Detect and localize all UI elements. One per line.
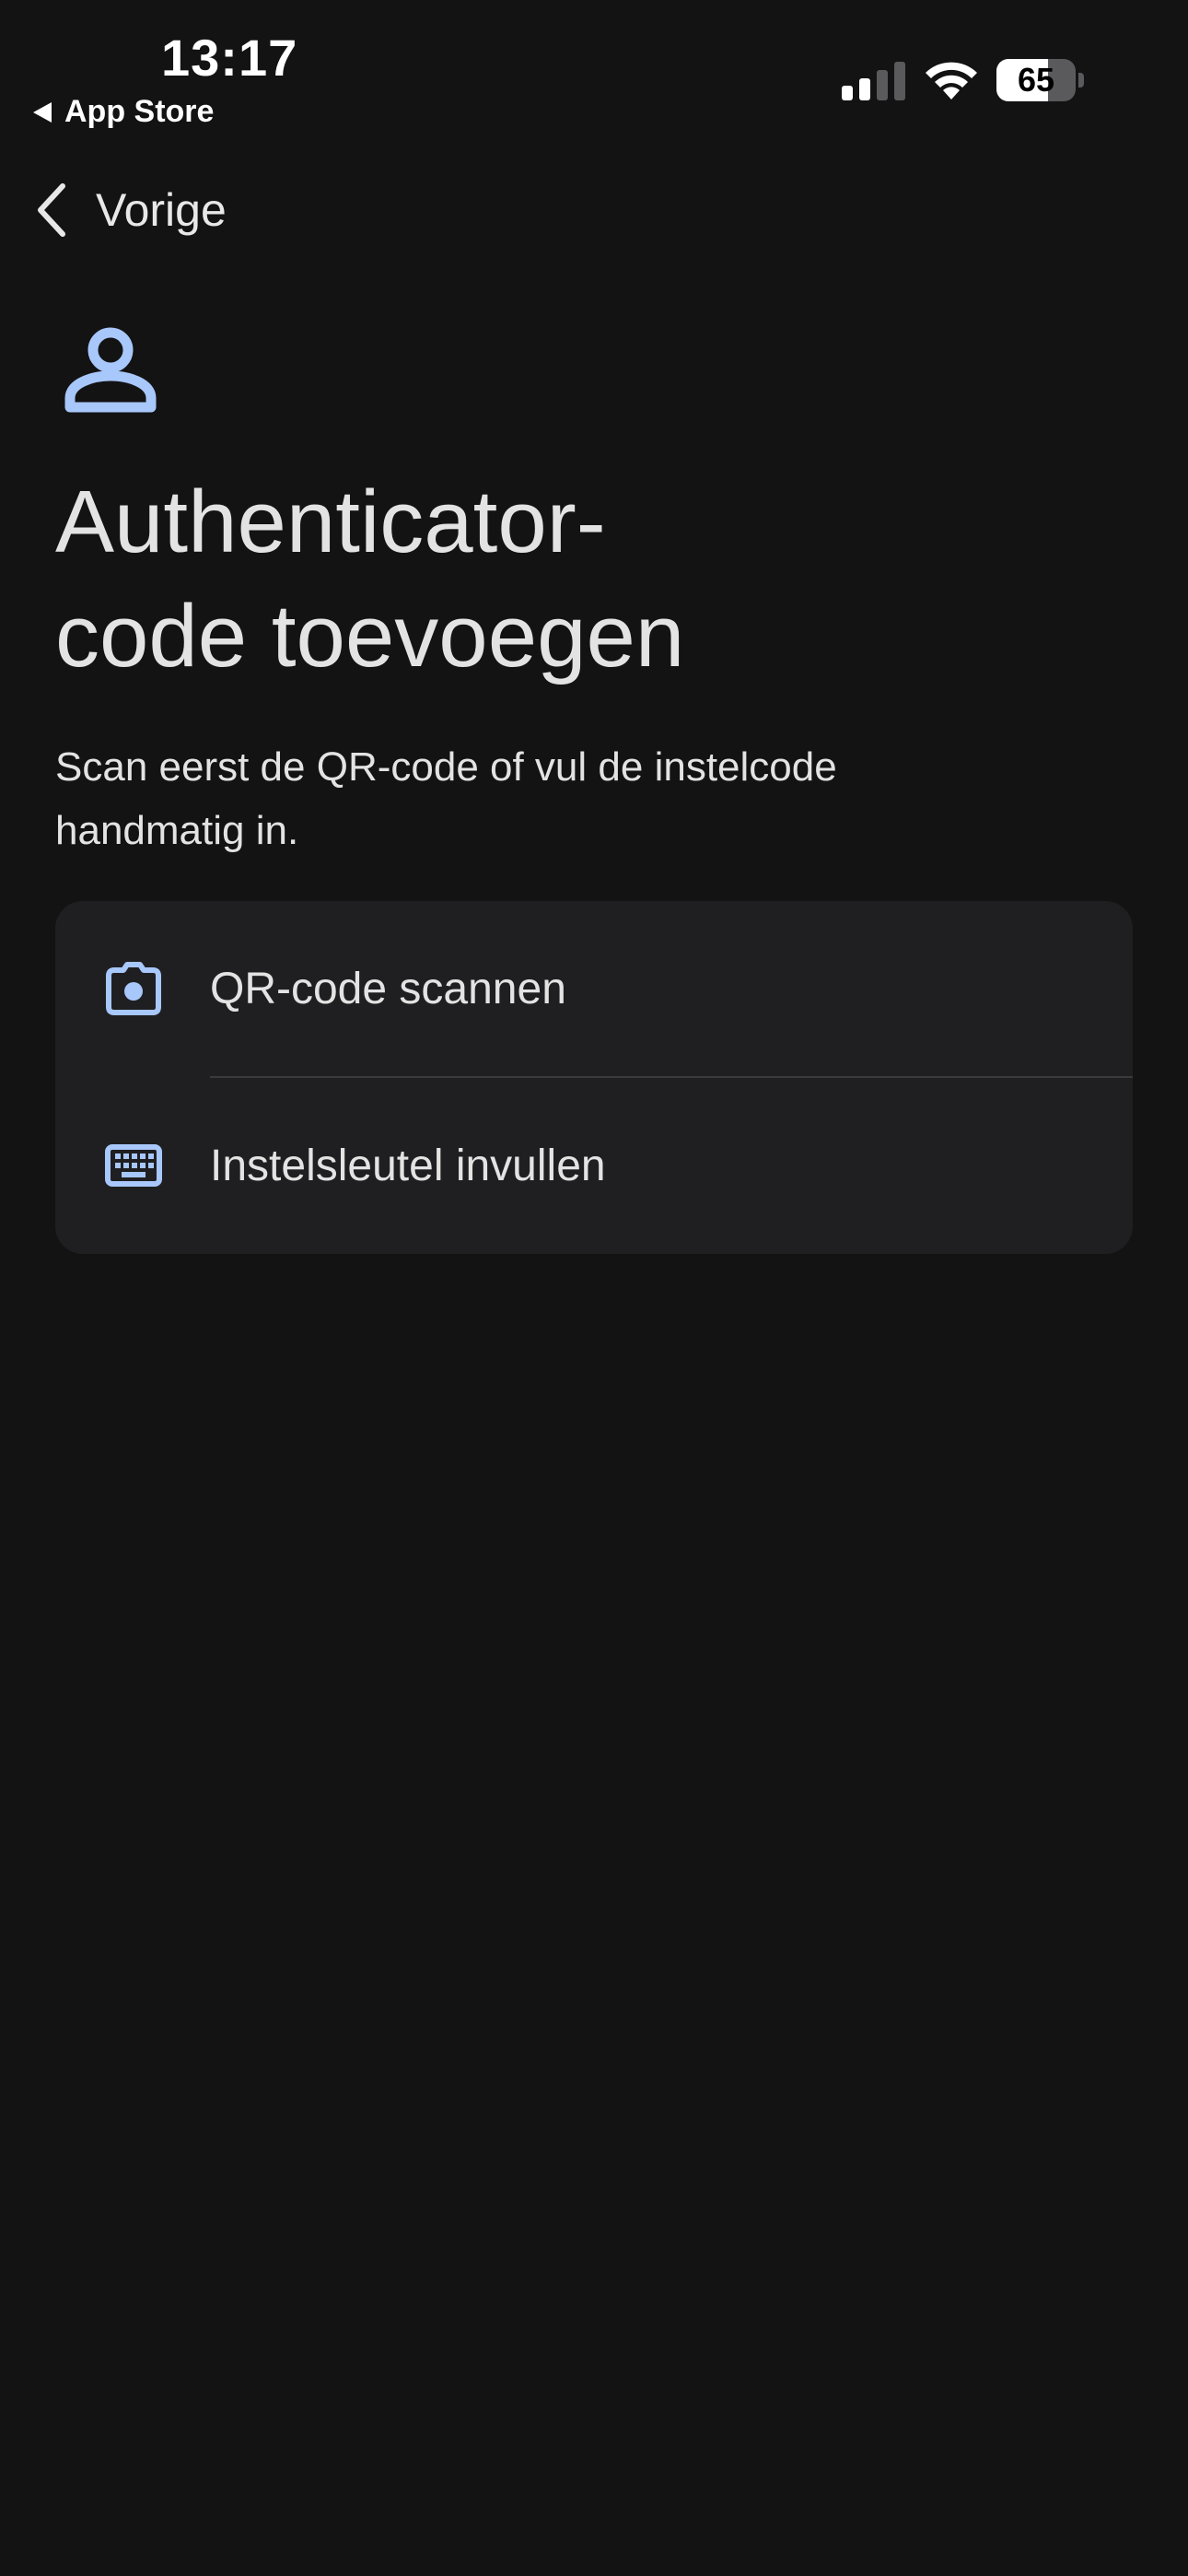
- status-time: 13:17: [161, 29, 298, 87]
- cellular-signal-icon: [842, 62, 905, 100]
- account-icon: [64, 327, 157, 413]
- back-to-app-store[interactable]: App Store: [33, 94, 214, 130]
- page-title: Authenticator- code toevoegen: [55, 465, 1124, 694]
- camera-icon: [106, 961, 161, 1015]
- enter-setup-key-label: Instelsleutel invullen: [210, 1142, 606, 1190]
- scan-qr-code-option[interactable]: QR-code scannen: [55, 901, 1133, 1077]
- battery-tip: [1078, 73, 1084, 88]
- page-subtitle-line-1: Scan eerst de QR-code of vul de instelco…: [55, 744, 837, 790]
- page-subtitle: Scan eerst de QR-code of vul de instelco…: [55, 735, 1068, 862]
- page-title-line-2: code toevoegen: [55, 587, 685, 685]
- scan-qr-code-label: QR-code scannen: [210, 965, 566, 1013]
- chevron-left-icon: [38, 183, 65, 237]
- keyboard-icon: [105, 1143, 162, 1187]
- back-triangle-icon: [33, 101, 52, 123]
- page-subtitle-line-2: handmatig in.: [55, 808, 299, 853]
- battery-indicator: 65: [996, 59, 1085, 101]
- back-app-label: App Store: [64, 94, 215, 129]
- page-title-line-1: Authenticator-: [55, 473, 606, 571]
- battery-body: 65: [996, 59, 1076, 101]
- wifi-icon: [926, 62, 977, 100]
- back-button-label: Vorige: [96, 184, 227, 236]
- back-button[interactable]: Vorige: [33, 177, 227, 243]
- options-card: QR-code scannen Instelsleutel invullen: [55, 901, 1133, 1254]
- enter-setup-key-option[interactable]: Instelsleutel invullen: [55, 1078, 1133, 1254]
- battery-percent: 65: [1017, 61, 1055, 99]
